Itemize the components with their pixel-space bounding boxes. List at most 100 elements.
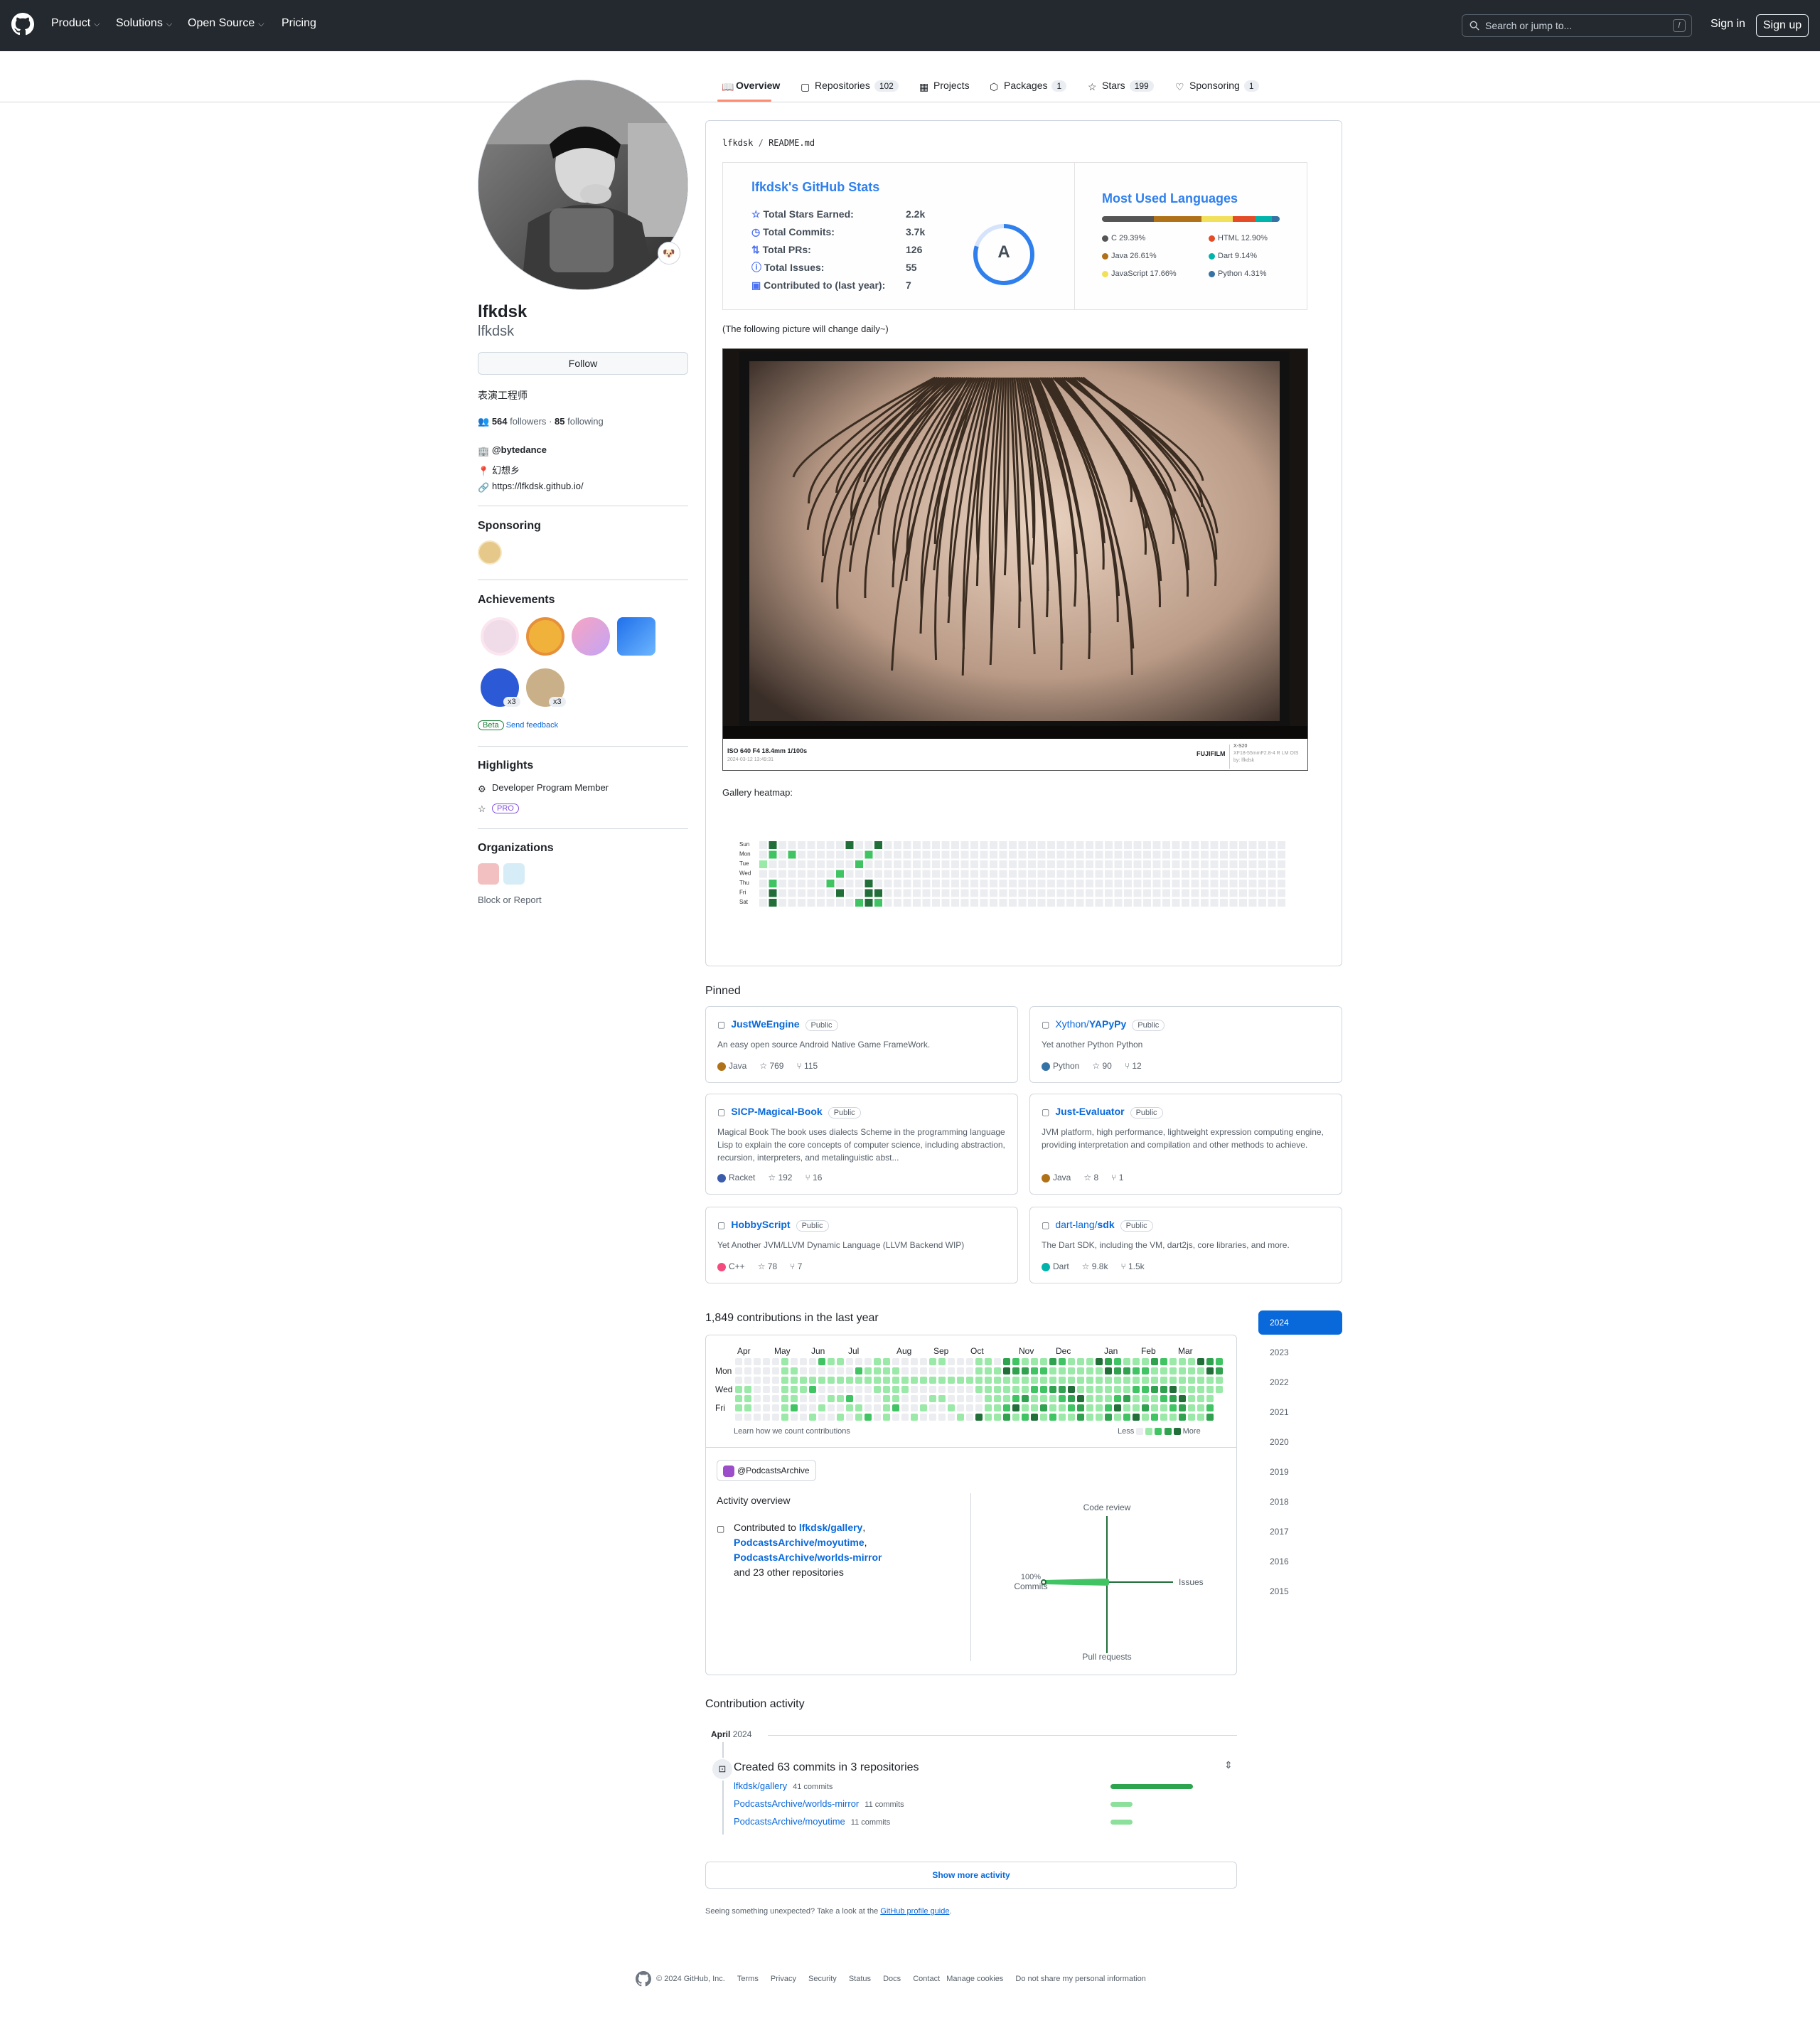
tab-overview[interactable]: 📖 Overview [722,80,781,92]
year-link-2020[interactable]: 2020 [1258,1430,1342,1454]
footer-link-status[interactable]: Status [849,1975,871,1983]
pinned-repo-name[interactable]: Just-Evaluator [1055,1106,1124,1117]
nav-product[interactable]: Product ⌵ [51,17,100,30]
website-link[interactable]: https://lfkdsk.github.io/ [492,481,584,491]
pinned-repo-forks[interactable]: 12 [1132,1061,1141,1071]
pinned-repo-forks[interactable]: 7 [798,1261,803,1271]
year-link-2016[interactable]: 2016 [1258,1549,1342,1574]
activity-commit-count[interactable]: 11 commits [864,1800,904,1809]
activity-progress-bar [1110,1820,1133,1825]
pinned-repo-owner[interactable]: dart-lang/ [1055,1219,1097,1230]
calendar-cell [874,1358,881,1365]
repo-link[interactable]: PodcastsArchive/moyutime [734,1537,864,1548]
following-label[interactable]: following [567,416,604,427]
activity-commit-count[interactable]: 11 commits [851,1818,890,1827]
year-link-2021[interactable]: 2021 [1258,1400,1342,1424]
organizations-title: Organizations [478,842,554,854]
pinned-repo-owner[interactable]: Xython/ [1055,1018,1088,1030]
footer-link-security[interactable]: Security [808,1975,837,1983]
calendar-cell [855,1367,862,1374]
pinned-repo-name[interactable]: YAPyPy [1089,1018,1126,1030]
footer-link-docs[interactable]: Docs [883,1975,901,1983]
activity-repo-link[interactable]: PodcastsArchive/worlds-mirror [734,1798,859,1809]
pinned-repo-stars[interactable]: 9.8k [1092,1261,1108,1271]
followers-count[interactable]: 564 [492,416,508,427]
repo-link[interactable]: PodcastsArchive/worlds-mirror [734,1552,882,1563]
org-filter-button[interactable]: @PodcastsArchive [717,1460,816,1481]
fold-icon[interactable]: ⇕ [1224,1759,1233,1771]
readme-path-user[interactable]: lfkdsk [722,138,753,148]
profile-guide-link[interactable]: GitHub profile guide [880,1907,949,1916]
footer-link-do-not-share[interactable]: Do not share my personal information [1015,1975,1145,1983]
heatmap-cell [960,889,969,897]
footer-link-terms[interactable]: Terms [737,1975,759,1983]
nav-pricing[interactable]: Pricing [282,17,316,30]
calendar-cell [846,1386,853,1393]
activity-repo-link[interactable]: lfkdsk/gallery [734,1781,787,1791]
heatmap-cell [1248,870,1257,878]
tab-projects[interactable]: ▦ Projects [919,80,970,92]
year-link-2019[interactable]: 2019 [1258,1460,1342,1484]
pinned-repo-forks[interactable]: 115 [804,1061,818,1071]
tab-sponsoring[interactable]: ♡ Sponsoring 1 [1175,80,1259,92]
year-link-2018[interactable]: 2018 [1258,1490,1342,1514]
sign-up-button[interactable]: Sign up [1756,14,1809,37]
repo-link[interactable]: lfkdsk/gallery [799,1522,863,1533]
pinned-repo-stars[interactable]: 192 [778,1173,792,1182]
pinned-repo-forks[interactable]: 1 [1119,1173,1124,1182]
nav-open-source[interactable]: Open Source ⌵ [188,17,264,30]
year-link-2023[interactable]: 2023 [1258,1340,1342,1365]
achievement-starstruck-icon[interactable] [617,617,655,656]
year-link-2024[interactable]: 2024 [1258,1310,1342,1335]
activity-commit-count[interactable]: 41 commits [793,1783,833,1791]
achievement-yolo-icon[interactable] [572,617,610,656]
followers-label[interactable]: followers [510,416,546,427]
heatmap-cell [1066,850,1074,859]
footer-link-manage-cookies[interactable]: Manage cookies [946,1975,1003,1983]
status-emoji-icon[interactable]: 🐶 [658,242,680,265]
pinned-repo-name[interactable]: sdk [1098,1219,1115,1230]
pinned-repo-stars[interactable]: 78 [768,1261,777,1271]
tab-repositories[interactable]: ▢ Repositories 102 [801,80,899,92]
calendar-cell [1160,1414,1167,1421]
sign-in-link[interactable]: Sign in [1711,18,1745,31]
following-count[interactable]: 85 [555,416,564,427]
org-avatar-h[interactable] [503,863,525,885]
footer-link-contact[interactable]: Contact [913,1975,940,1983]
github-logo-icon[interactable] [11,13,34,36]
org-avatar-cr[interactable] [478,863,499,885]
pinned-repo-name[interactable]: JustWeEngine [731,1018,799,1030]
learn-contributions-link[interactable]: Learn how we count contributions [734,1427,850,1436]
footer-link-privacy[interactable]: Privacy [771,1975,796,1983]
activity-repo-link[interactable]: PodcastsArchive/moyutime [734,1816,845,1827]
tab-overview-label: Overview [736,80,781,91]
year-link-2017[interactable]: 2017 [1258,1520,1342,1544]
block-report-link[interactable]: Block or Report [478,895,542,905]
year-link-2015[interactable]: 2015 [1258,1579,1342,1603]
pinned-repo-stars[interactable]: 769 [769,1061,783,1071]
pinned-repo-name[interactable]: SICP-Magical-Book [731,1106,822,1117]
daily-photo[interactable]: ISO 640 F4 18.4mm 1/100s 2024-03-12 13:4… [722,348,1308,771]
tab-packages[interactable]: ⬡ Packages 1 [990,80,1067,92]
sponsored-avatar[interactable] [478,540,502,565]
search-input[interactable]: Search or jump to... / [1462,14,1692,37]
pinned-repo-stars[interactable]: 8 [1093,1173,1098,1182]
send-feedback-link[interactable]: Send feedback [506,721,558,730]
pinned-repo-name[interactable]: HobbyScript [731,1219,790,1230]
achievement-quickdraw-icon[interactable] [526,617,564,656]
calendar-cell [1179,1367,1186,1374]
company-label[interactable]: @bytedance [492,444,547,455]
year-link-2022[interactable]: 2022 [1258,1370,1342,1394]
developer-program-label[interactable]: Developer Program Member [492,782,609,793]
calendar-cell [772,1358,779,1365]
lang-label: Dart 9.14% [1218,252,1258,260]
tab-stars[interactable]: ☆ Stars 199 [1088,80,1154,92]
achievement-heart-icon[interactable] [481,617,519,656]
github-mark-icon[interactable] [636,1971,651,1987]
nav-solutions[interactable]: Solutions ⌵ [116,17,172,30]
pinned-repo-forks[interactable]: 16 [813,1173,822,1182]
pinned-repo-forks[interactable]: 1.5k [1128,1261,1145,1271]
pinned-repo-stars[interactable]: 90 [1102,1061,1111,1071]
follow-button[interactable]: Follow [478,352,688,375]
show-more-activity-button[interactable]: Show more activity [705,1862,1237,1889]
